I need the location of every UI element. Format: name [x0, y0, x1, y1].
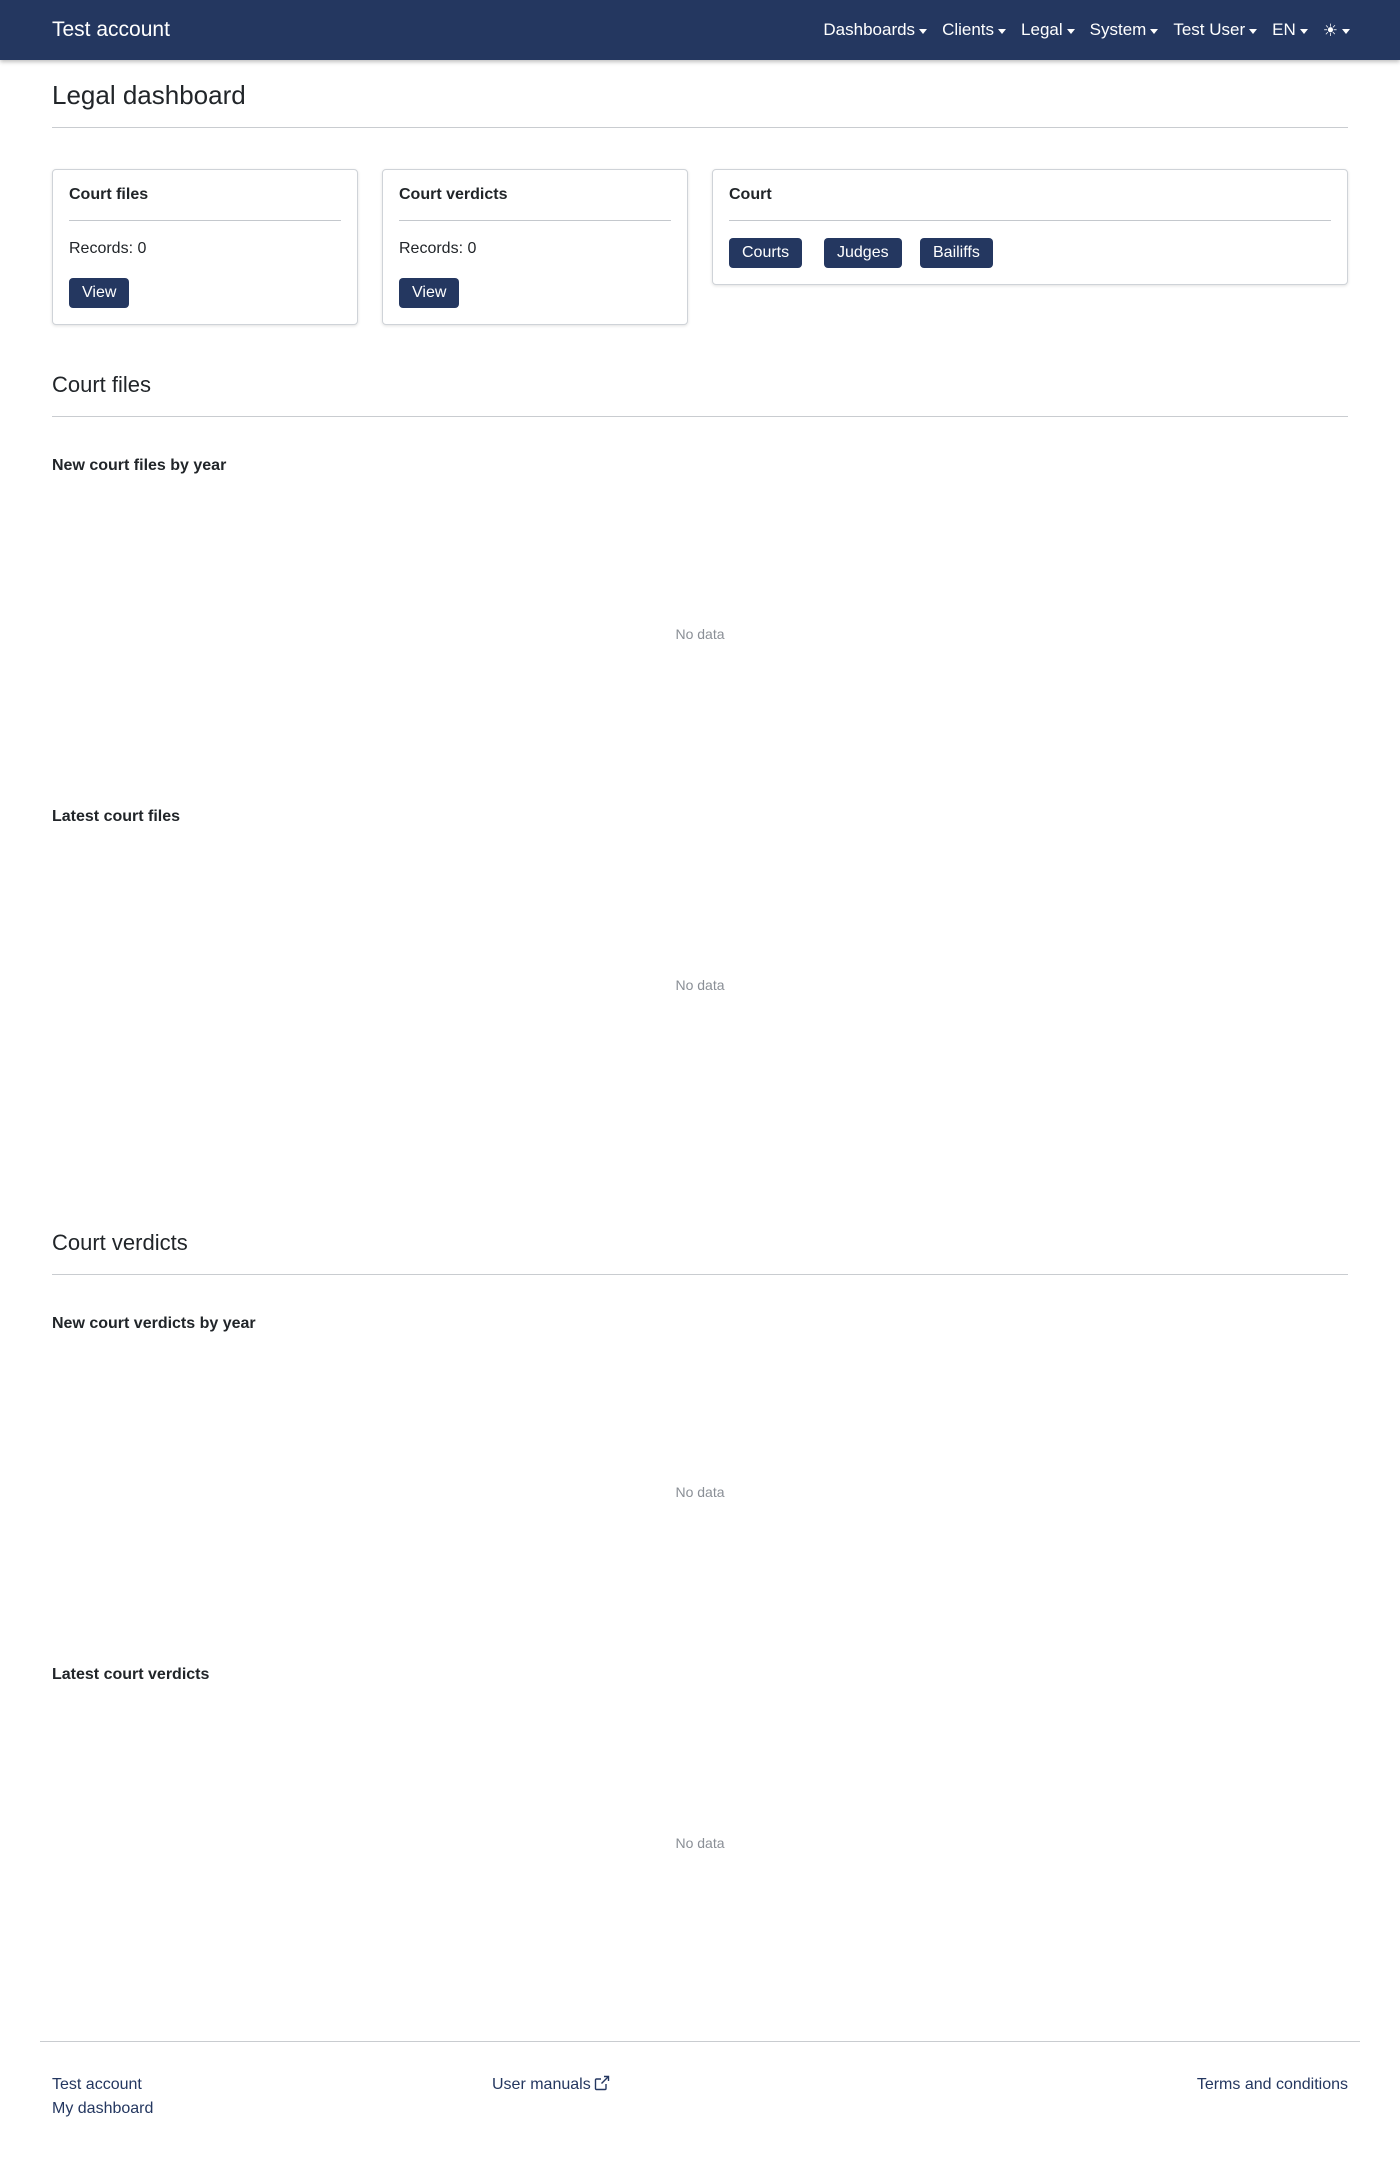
footer-terms-link[interactable]: Terms and conditions [1197, 2076, 1348, 2094]
card-divider [399, 220, 671, 221]
top-navbar: Test account Dashboards Clients Legal Sy… [0, 0, 1400, 60]
court-files-section-title: Court files [52, 372, 152, 397]
sun-icon: ☀ [1322, 20, 1338, 40]
nav-system-label: System [1089, 20, 1147, 39]
card-title: Court [729, 186, 772, 203]
caret-down-icon [1342, 28, 1350, 34]
external-link-icon [594, 2075, 609, 2091]
nav-legal-label: Legal [1021, 20, 1063, 39]
no-data-label: No data [675, 626, 725, 642]
nav-theme-dropdown[interactable]: ☀ [1323, 22, 1350, 39]
no-data-label: No data [675, 1484, 725, 1500]
court-verdicts-section-title: Court verdicts [52, 1230, 188, 1255]
card-divider [729, 220, 1331, 221]
nav-menu: Dashboards Clients Legal System Test Use… [823, 20, 1350, 40]
latest-court-verdicts-title: Latest court verdicts [52, 1666, 210, 1683]
no-data-label: No data [675, 977, 725, 993]
records-count: Records: 0 [69, 240, 147, 257]
footer-dashboard-link[interactable]: My dashboard [52, 2100, 153, 2118]
nav-clients-label: Clients [942, 20, 995, 39]
nav-legal-dropdown[interactable]: Legal [1021, 20, 1075, 40]
caret-down-icon [1066, 28, 1075, 34]
brand-link[interactable]: Test account [52, 18, 170, 42]
nav-user-label: Test User [1173, 20, 1246, 39]
caret-down-icon [1249, 28, 1258, 34]
card-divider [69, 220, 341, 221]
new-court-verdicts-chart-title: New court verdicts by year [52, 1315, 256, 1332]
nav-dashboards-label: Dashboards [823, 20, 916, 39]
records-count: Records: 0 [399, 240, 477, 257]
caret-down-icon [1150, 28, 1159, 34]
court-verdicts-view-button[interactable]: View [399, 278, 460, 308]
caret-down-icon [919, 28, 928, 34]
title-divider [52, 127, 1348, 128]
latest-court-files-title: Latest court files [52, 808, 181, 825]
nav-system-dropdown[interactable]: System [1090, 20, 1159, 40]
card-title: Court verdicts [399, 186, 508, 203]
no-data-label: No data [675, 1835, 725, 1851]
caret-down-icon [998, 28, 1007, 34]
nav-user-dropdown[interactable]: Test User [1173, 20, 1258, 40]
section-divider [52, 416, 1348, 417]
nav-language-dropdown[interactable]: EN [1272, 20, 1308, 40]
courts-button[interactable]: Courts [729, 238, 803, 268]
section-divider [52, 1274, 1348, 1275]
footer-divider [40, 2041, 1360, 2042]
caret-down-icon [1299, 28, 1308, 34]
court-card: Court Courts Judges Bailiffs [712, 169, 1348, 285]
footer-user-manuals-link[interactable]: User manuals [492, 2075, 610, 2094]
user-manuals-label: User manuals [492, 2076, 591, 2093]
bailiffs-button[interactable]: Bailiffs [920, 238, 993, 268]
judges-button[interactable]: Judges [824, 238, 902, 268]
court-files-view-button[interactable]: View [69, 278, 130, 308]
nav-clients-dropdown[interactable]: Clients [942, 20, 1007, 40]
court-verdicts-card: Court verdicts Records: 0 View [382, 169, 688, 325]
card-title: Court files [69, 186, 149, 203]
nav-language-label: EN [1272, 20, 1296, 39]
footer-account-link[interactable]: Test account [52, 2076, 142, 2094]
nav-dashboards-dropdown[interactable]: Dashboards [823, 20, 928, 40]
page-title: Legal dashboard [52, 80, 246, 110]
court-files-card: Court files Records: 0 View [52, 169, 358, 325]
new-court-files-chart-title: New court files by year [52, 457, 227, 474]
